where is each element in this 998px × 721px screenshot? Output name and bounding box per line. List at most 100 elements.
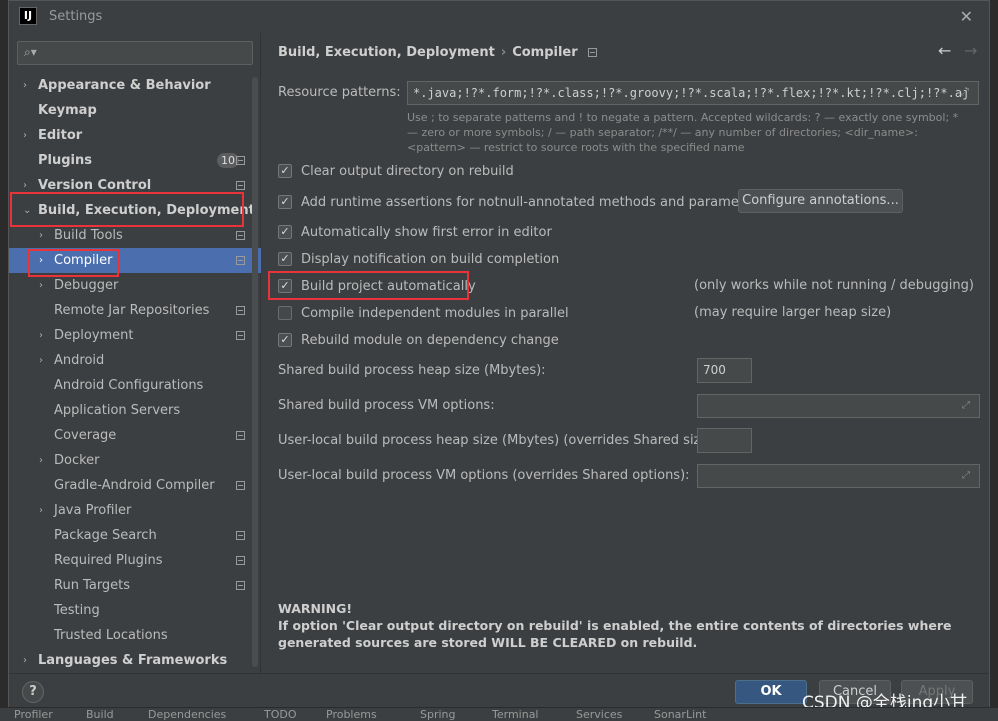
sidebar-item-debugger[interactable]: › Debugger [9, 273, 261, 298]
tool-window-tab-problems[interactable]: Problems [326, 708, 377, 721]
expand-icon[interactable]: ⤢ [961, 87, 972, 98]
checkbox-rebuild-module-on-dependency-change[interactable]: ✓ Rebuild module on dependency change [278, 330, 559, 350]
tool-window-tab-services[interactable]: Services [576, 708, 622, 721]
sidebar-item-keymap[interactable]: Keymap [9, 98, 261, 123]
sidebar-item-editor[interactable]: › Editor [9, 123, 261, 148]
project-scope-icon [236, 431, 245, 440]
sidebar-item-appearance-behavior[interactable]: › Appearance & Behavior [9, 73, 261, 98]
vm-options-input[interactable]: ⤢ [697, 394, 980, 418]
project-scope-icon [236, 481, 245, 490]
chevron-down-icon[interactable]: ⌄ [23, 198, 31, 223]
checkbox-checked-icon[interactable]: ✓ [278, 333, 292, 347]
forward-arrow-icon[interactable]: → [964, 41, 977, 60]
sidebar-item-android[interactable]: › Android [9, 348, 261, 373]
tool-window-tab-build[interactable]: Build [86, 708, 114, 721]
sidebar-item-build-execution-deployment[interactable]: ⌄ Build, Execution, Deployment [9, 198, 261, 223]
tool-window-tab-profiler[interactable]: Profiler [14, 708, 53, 721]
configure-annotations-button[interactable]: Configure annotations... [738, 189, 903, 213]
chevron-right-icon[interactable]: › [39, 498, 43, 523]
sidebar-item-label: Deployment [54, 328, 134, 343]
help-icon[interactable]: ? [22, 681, 44, 703]
sidebar-item-coverage[interactable]: Coverage [9, 423, 261, 448]
heap-size-label: Shared build process heap size (Mbytes): [278, 363, 546, 378]
project-scope-icon [236, 256, 245, 265]
sidebar-item-required-plugins[interactable]: Required Plugins [9, 548, 261, 573]
checkbox-display-notification-on-build-completion[interactable]: ✓ Display notification on build completio… [278, 249, 559, 269]
project-scope-icon [236, 581, 245, 590]
search-input[interactable]: ⌕▾ [17, 41, 253, 65]
warning-message: WARNING! If option 'Clear output directo… [278, 600, 968, 651]
window-title: Settings [49, 9, 103, 24]
sidebar-item-compiler[interactable]: › Compiler [9, 248, 261, 273]
ok-button[interactable]: OK [735, 680, 807, 704]
breadcrumb-parent[interactable]: Build, Execution, Deployment [278, 45, 495, 60]
title-bar: IJ Settings ✕ [9, 1, 989, 33]
back-arrow-icon[interactable]: ← [938, 41, 951, 60]
heap-size-input[interactable]: 700 [697, 358, 752, 383]
sidebar-item-gradle-android-compiler[interactable]: Gradle-Android Compiler [9, 473, 261, 498]
checkbox-label: Display notification on build completion [301, 251, 560, 267]
resource-patterns-input[interactable]: *.java;!?*.form;!?*.class;!?*.groovy;!?*… [407, 81, 979, 105]
chevron-right-icon[interactable]: › [39, 223, 43, 248]
sidebar-item-label: Docker [54, 453, 100, 468]
project-scope-icon [236, 556, 245, 565]
user-heap-size-input[interactable] [697, 428, 752, 453]
sidebar-item-label: Android Configurations [54, 378, 204, 393]
sidebar-item-java-profiler[interactable]: › Java Profiler [9, 498, 261, 523]
checkbox-checked-icon[interactable]: ✓ [278, 225, 292, 239]
tool-window-tab-dependencies[interactable]: Dependencies [148, 708, 226, 721]
expand-icon[interactable]: ⤢ [962, 470, 973, 481]
sidebar-item-remote-jar-repositories[interactable]: Remote Jar Repositories [9, 298, 261, 323]
sidebar-item-label: Languages & Frameworks [38, 653, 228, 668]
checkbox-checked-icon[interactable]: ✓ [278, 195, 292, 209]
sidebar-item-languages-frameworks[interactable]: › Languages & Frameworks [9, 648, 261, 673]
sidebar-item-plugins[interactable]: Plugins 10 [9, 148, 261, 173]
project-scope-icon [236, 306, 245, 315]
sidebar-item-android-configurations[interactable]: Android Configurations [9, 373, 261, 398]
checkbox-compile-independent-modules-in-parallel[interactable]: Compile independent modules in parallel [278, 303, 569, 323]
sidebar-item-label: Coverage [54, 428, 117, 443]
checkbox-build-project-automatically[interactable]: ✓ Build project automatically [278, 276, 476, 296]
checkbox-checked-icon[interactable]: ✓ [278, 279, 292, 293]
sidebar-scrollbar[interactable] [252, 77, 258, 667]
chevron-right-icon[interactable]: › [39, 348, 43, 373]
sidebar-item-label: Package Search [54, 528, 157, 543]
sidebar-item-version-control[interactable]: › Version Control [9, 173, 261, 198]
tool-window-tab-todo[interactable]: TODO [264, 708, 297, 721]
chevron-right-icon[interactable]: › [39, 248, 43, 273]
checkbox-unchecked-icon[interactable] [278, 306, 292, 320]
tool-window-tab-sonarlint[interactable]: SonarLint [654, 708, 706, 721]
tool-window-tab-terminal[interactable]: Terminal [492, 708, 539, 721]
sidebar-item-run-targets[interactable]: Run Targets [9, 573, 261, 598]
sidebar-item-application-servers[interactable]: Application Servers [9, 398, 261, 423]
sidebar-item-deployment[interactable]: › Deployment [9, 323, 261, 348]
chevron-right-icon[interactable]: › [39, 273, 43, 298]
sidebar-item-build-tools[interactable]: › Build Tools [9, 223, 261, 248]
warning-text: If option 'Clear output directory on reb… [278, 618, 952, 650]
sidebar-item-label: Editor [38, 128, 83, 143]
chevron-right-icon[interactable]: › [39, 448, 43, 473]
chevron-right-icon[interactable]: › [23, 73, 27, 98]
project-scope-icon [236, 331, 245, 340]
sidebar-item-label: Application Servers [54, 403, 181, 418]
expand-icon[interactable]: ⤢ [962, 400, 973, 411]
project-scope-icon [236, 156, 245, 165]
sidebar-item-label: Plugins [38, 153, 92, 168]
checkbox-clear-output-directory-on-rebuild[interactable]: ✓ Clear output directory on rebuild [278, 161, 514, 181]
sidebar-item-docker[interactable]: › Docker [9, 448, 261, 473]
chevron-right-icon[interactable]: › [23, 173, 27, 198]
sidebar-item-label: Trusted Locations [54, 628, 168, 643]
checkbox-automatically-show-first-error-in-editor[interactable]: ✓ Automatically show first error in edito… [278, 222, 552, 242]
chevron-right-icon[interactable]: › [23, 648, 27, 673]
sidebar-item-testing[interactable]: Testing [9, 598, 261, 623]
user-vm-options-input[interactable]: ⤢ [697, 464, 980, 488]
tool-window-tab-spring[interactable]: Spring [420, 708, 456, 721]
chevron-right-icon[interactable]: › [23, 123, 27, 148]
sidebar-item-package-search[interactable]: Package Search [9, 523, 261, 548]
checkbox-checked-icon[interactable]: ✓ [278, 252, 292, 266]
checkbox-add-runtime-assertions-for-notnull-annotated-methods-and-parameters[interactable]: ✓ Add runtime assertions for notnull-anno… [278, 192, 764, 212]
sidebar-item-trusted-locations[interactable]: Trusted Locations [9, 623, 261, 648]
close-icon[interactable]: ✕ [960, 7, 973, 26]
checkbox-checked-icon[interactable]: ✓ [278, 164, 292, 178]
chevron-right-icon[interactable]: › [39, 323, 43, 348]
